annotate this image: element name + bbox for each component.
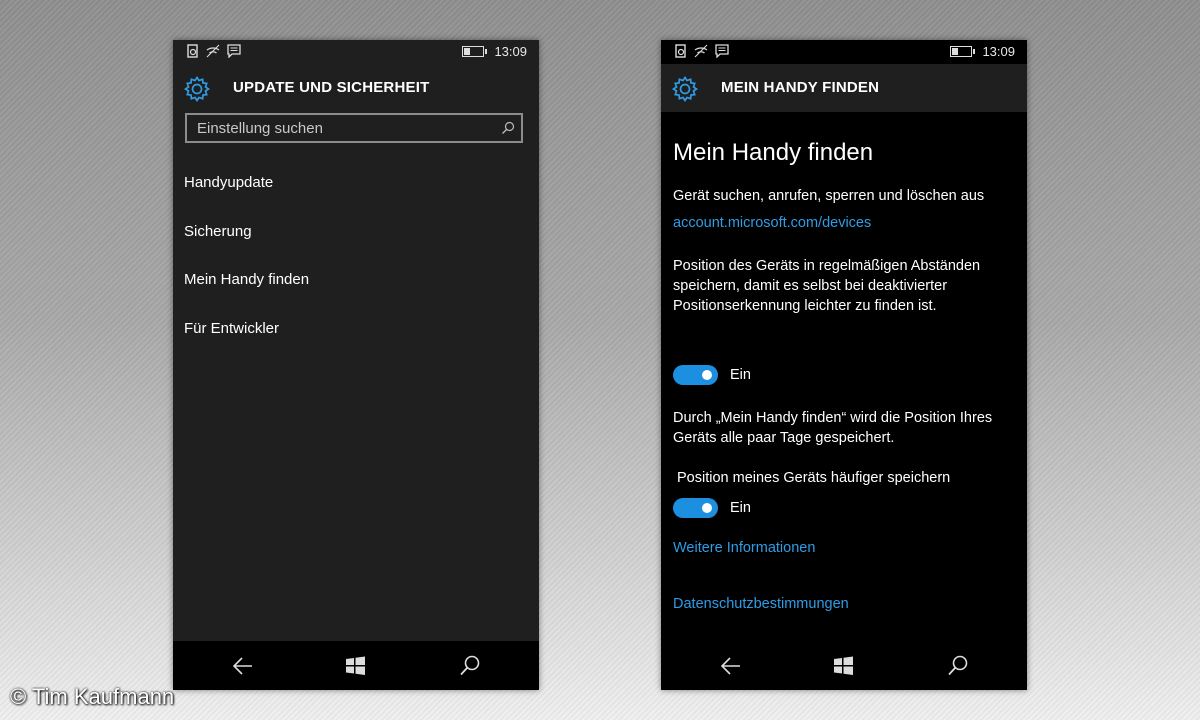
windows-icon[interactable] <box>832 655 856 677</box>
status-bar: 13:09 <box>661 40 1027 64</box>
message-icon <box>715 44 729 58</box>
battery-saver-icon <box>187 44 198 58</box>
settings-menu: Handyupdate Sicherung Mein Handy finden … <box>184 166 309 361</box>
menu-item-sicherung[interactable]: Sicherung <box>184 215 309 264</box>
toggle-knob <box>702 370 712 380</box>
toggle-state-label: Ein <box>730 367 751 383</box>
wifi-icon <box>694 44 708 58</box>
toggle-row: Ein <box>673 365 751 385</box>
battery-saver-icon <box>675 44 686 58</box>
menu-item-mein-handy-finden[interactable]: Mein Handy finden <box>184 263 309 312</box>
search-icon[interactable] <box>501 121 515 135</box>
gear-icon <box>183 75 211 103</box>
status-time: 13:09 <box>982 44 1015 59</box>
description-text: Gerät suchen, anrufen, sperren und lösch… <box>673 188 985 204</box>
save-position-frequently-toggle[interactable] <box>673 498 718 518</box>
search-box[interactable] <box>185 113 523 143</box>
toggle-state-label: Ein <box>730 500 751 516</box>
gear-icon <box>671 75 699 103</box>
page-header-title: MEIN HANDY FINDEN <box>721 79 880 96</box>
devices-link[interactable]: account.microsoft.com/devices <box>673 215 871 231</box>
toggle-row: Ein <box>673 498 751 518</box>
navigation-bar <box>173 641 539 690</box>
windows-icon[interactable] <box>344 655 368 677</box>
description-text: Durch „Mein Handy finden“ wird die Posit… <box>673 410 993 446</box>
message-icon <box>227 44 241 58</box>
status-time: 13:09 <box>494 44 527 59</box>
battery-icon <box>462 46 488 57</box>
page-title: Mein Handy finden <box>673 139 874 166</box>
status-bar: 13:09 <box>173 40 539 64</box>
navigation-bar <box>661 641 1027 690</box>
search-icon[interactable] <box>946 655 970 677</box>
phone-screen-find-my-phone: 13:09 MEIN HANDY FINDEN Mein Handy finde… <box>661 40 1027 690</box>
option-label: Position meines Geräts häufiger speicher… <box>677 470 951 486</box>
more-info-link[interactable]: Weitere Informationen <box>673 540 815 556</box>
search-icon[interactable] <box>458 655 482 677</box>
copyright-watermark: © Tim Kaufmann <box>10 684 175 709</box>
toggle-knob <box>702 503 712 513</box>
back-icon[interactable] <box>719 655 743 677</box>
description-text: Position des Geräts in regelmäßigen Abst… <box>673 258 981 314</box>
back-icon[interactable] <box>231 655 255 677</box>
battery-icon <box>950 46 976 57</box>
phone-screen-update-security: 13:09 UPDATE UND SICHERHEIT Handyupdate … <box>173 40 539 690</box>
wifi-icon <box>206 44 220 58</box>
page-header: MEIN HANDY FINDEN <box>661 64 1027 112</box>
page-header: UPDATE UND SICHERHEIT <box>173 64 539 112</box>
menu-item-fuer-entwickler[interactable]: Für Entwickler <box>184 312 309 361</box>
save-position-toggle[interactable] <box>673 365 718 385</box>
search-input[interactable] <box>187 115 507 141</box>
menu-item-handyupdate[interactable]: Handyupdate <box>184 166 309 215</box>
page-title: UPDATE UND SICHERHEIT <box>233 79 430 96</box>
privacy-link[interactable]: Datenschutzbestimmungen <box>673 596 849 612</box>
